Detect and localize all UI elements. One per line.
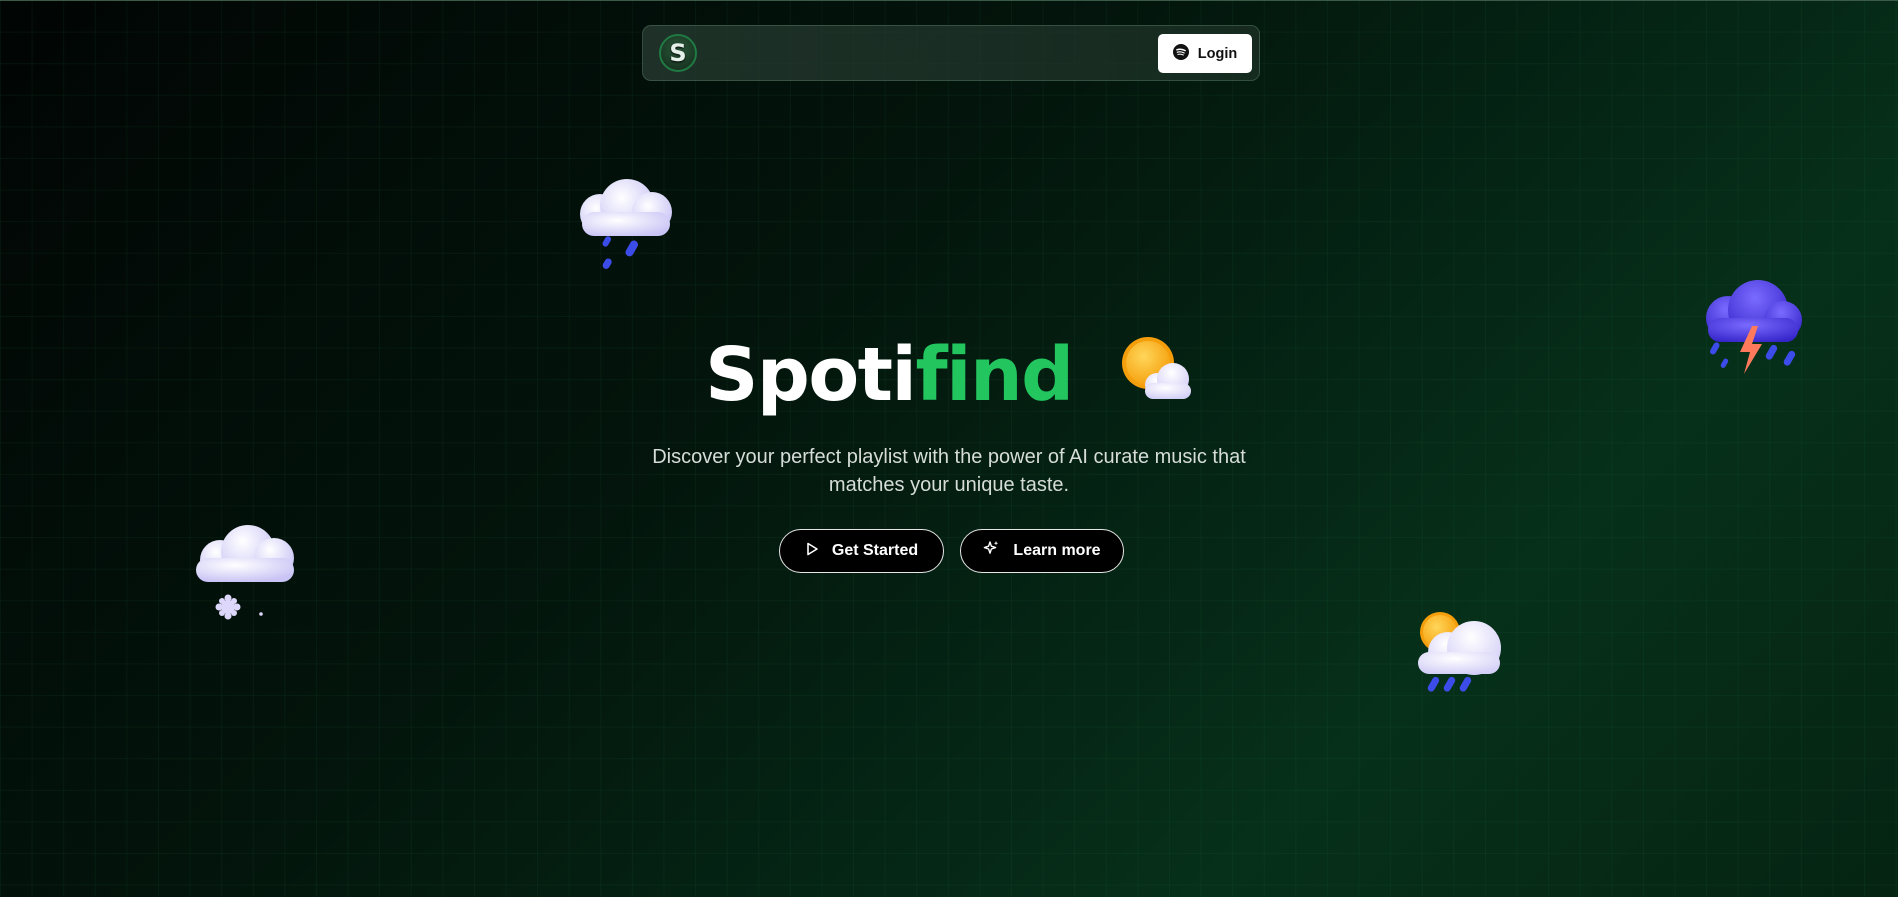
learn-more-button[interactable]: Learn more	[960, 529, 1124, 573]
logo[interactable]: S	[659, 34, 697, 72]
play-icon	[805, 542, 819, 561]
page-title: Spotifind	[0, 335, 1898, 422]
login-label: Login	[1197, 45, 1238, 62]
sparkles-icon	[983, 540, 1000, 562]
hero-subtitle: Discover your perfect playlist with the …	[0, 443, 1898, 499]
login-button[interactable]: Login	[1158, 34, 1252, 73]
rain-cloud-icon	[572, 176, 682, 281]
logo-letter: S	[669, 39, 687, 67]
get-started-label: Get Started	[831, 542, 919, 559]
get-started-button[interactable]: Get Started	[779, 529, 944, 573]
learn-more-label: Learn more	[1013, 542, 1101, 559]
snow-cloud-icon	[192, 520, 304, 630]
title-part-find: find	[915, 332, 1074, 418]
top-border	[0, 0, 1898, 1]
subtitle-line-1: Discover your perfect playlist with the …	[652, 446, 1246, 468]
navbar: S Login	[642, 25, 1260, 81]
spotify-icon	[1172, 43, 1189, 64]
sun-behind-cloud-icon	[1115, 333, 1193, 418]
subtitle-line-2: matches your unique taste.	[828, 474, 1070, 496]
title-part-spoti: Spoti	[705, 332, 917, 418]
sun-rain-cloud-icon	[1412, 606, 1522, 711]
